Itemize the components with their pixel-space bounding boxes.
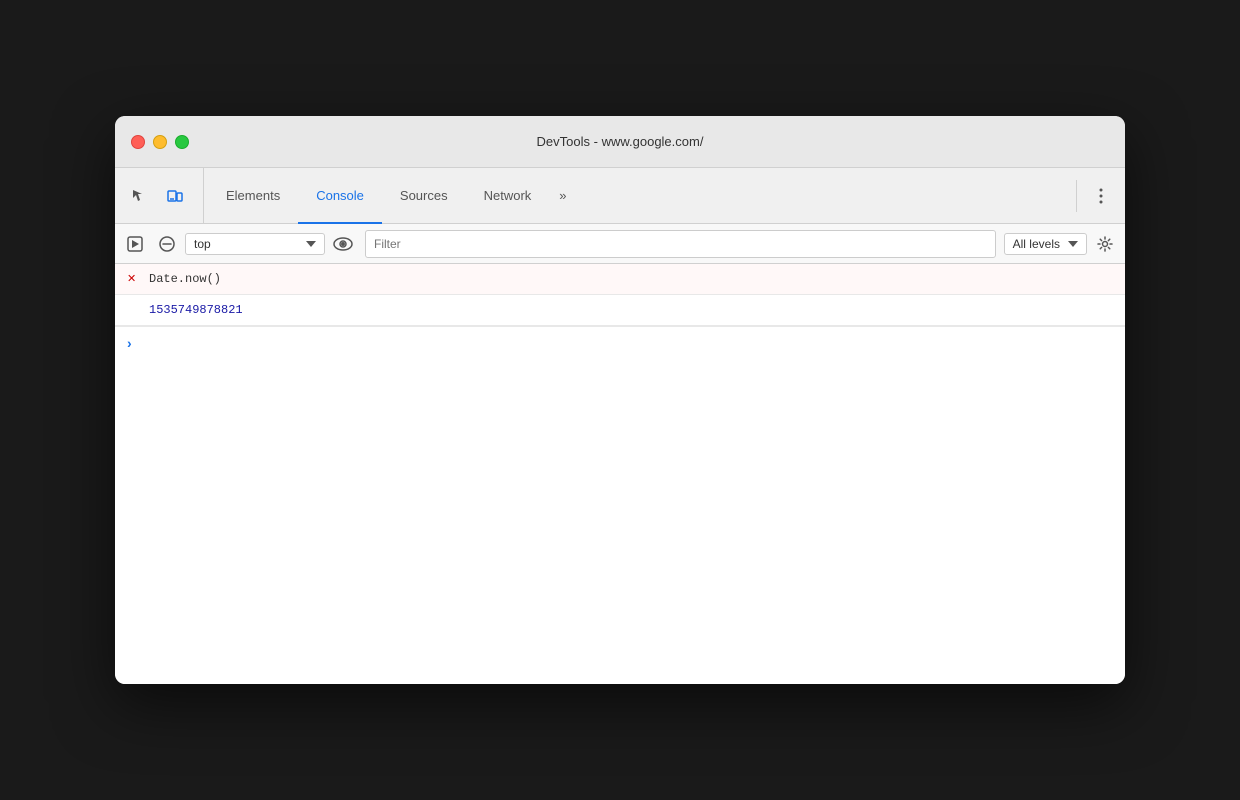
context-selector[interactable]: top <box>185 233 325 255</box>
tab-bar-tools <box>123 168 204 223</box>
traffic-lights <box>131 135 189 149</box>
tab-bar-right <box>1072 168 1117 223</box>
tab-more-button[interactable]: » <box>549 168 576 223</box>
tab-console[interactable]: Console <box>298 169 382 224</box>
minimize-button[interactable] <box>153 135 167 149</box>
console-settings-button[interactable] <box>1091 230 1119 258</box>
console-command-entry: ✕ Date.now() <box>115 264 1125 295</box>
device-toggle-button[interactable] <box>159 180 191 212</box>
separator <box>1076 180 1077 212</box>
maximize-button[interactable] <box>175 135 189 149</box>
title-bar: DevTools - www.google.com/ <box>115 116 1125 168</box>
console-filter-input[interactable] <box>365 230 996 258</box>
clear-console-button[interactable] <box>153 230 181 258</box>
tab-sources[interactable]: Sources <box>382 169 466 224</box>
console-result-entry: 1535749878821 <box>115 295 1125 326</box>
console-result-value: 1535749878821 <box>127 301 243 319</box>
error-icon: ✕ <box>127 272 141 285</box>
console-toolbar: top All levels <box>115 224 1125 264</box>
input-chevron-icon: › <box>127 335 132 351</box>
log-levels-selector[interactable]: All levels <box>1004 233 1087 255</box>
more-options-button[interactable] <box>1085 180 1117 212</box>
console-input-row: › <box>115 326 1125 359</box>
tab-network[interactable]: Network <box>466 169 550 224</box>
console-command-text: Date.now() <box>149 270 221 288</box>
tab-elements[interactable]: Elements <box>208 169 298 224</box>
console-repl-input[interactable] <box>140 336 1113 350</box>
run-snippet-button[interactable] <box>121 230 149 258</box>
devtools-window: DevTools - www.google.com/ Elements <box>115 116 1125 684</box>
inspect-element-button[interactable] <box>123 180 155 212</box>
console-content: ✕ Date.now() 1535749878821 › <box>115 264 1125 684</box>
tab-bar: Elements Console Sources Network » <box>115 168 1125 224</box>
show-live-expressions-button[interactable] <box>329 230 357 258</box>
close-button[interactable] <box>131 135 145 149</box>
window-title: DevTools - www.google.com/ <box>537 134 704 149</box>
